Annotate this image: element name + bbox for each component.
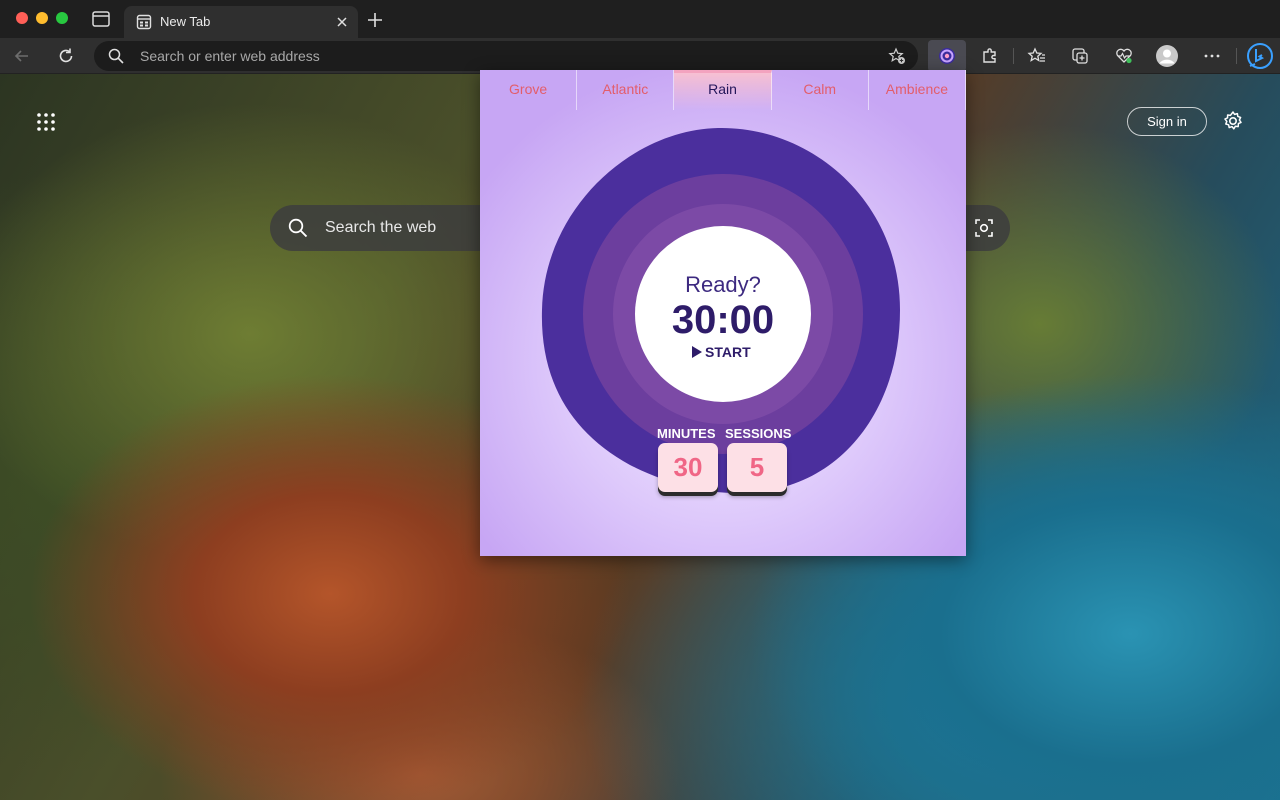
plus-icon[interactable] — [366, 11, 384, 29]
minutes-label: MINUTES — [657, 426, 716, 441]
browser-toolbar: Search or enter web address — [0, 38, 1280, 74]
tab-actions-icon[interactable] — [92, 11, 110, 27]
start-button[interactable]: START — [692, 344, 751, 360]
more-button[interactable] — [1200, 44, 1224, 68]
address-bar[interactable]: Search or enter web address — [94, 41, 918, 71]
settings-gear-icon[interactable] — [1222, 110, 1244, 132]
back-button[interactable] — [10, 44, 34, 68]
refresh-icon — [59, 48, 73, 63]
puzzle-icon — [983, 48, 996, 63]
focus-timer-popup: Grove Atlantic Rain Calm Ambience Ready?… — [480, 70, 966, 556]
toolbar-divider — [1236, 48, 1237, 64]
search-icon — [108, 48, 124, 64]
play-icon — [692, 346, 702, 358]
refresh-button[interactable] — [54, 44, 78, 68]
collections-icon — [1072, 48, 1088, 64]
extension-icon — [939, 48, 955, 64]
favorites-button[interactable] — [1025, 44, 1049, 68]
new-tab-favicon — [136, 14, 152, 30]
more-icon — [1204, 54, 1220, 58]
close-icon[interactable] — [334, 14, 350, 30]
minutes-stepper[interactable]: 30 — [658, 443, 718, 492]
address-placeholder: Search or enter web address — [140, 48, 320, 64]
timer-display: 30:00 — [671, 298, 775, 342]
bing-icon — [1247, 43, 1273, 69]
visual-search-icon[interactable] — [974, 218, 994, 238]
maximize-window-button[interactable] — [56, 12, 68, 24]
collections-button[interactable] — [1068, 44, 1092, 68]
favorites-icon — [1027, 47, 1045, 62]
sign-in-button[interactable]: Sign in — [1127, 107, 1207, 136]
toolbar-divider — [1013, 48, 1014, 64]
close-window-button[interactable] — [16, 12, 28, 24]
favorite-add-icon[interactable] — [888, 47, 906, 65]
search-icon — [288, 218, 308, 238]
browser-essentials-button[interactable] — [1112, 44, 1136, 68]
search-placeholder: Search the web — [325, 219, 437, 236]
back-arrow-icon — [14, 50, 28, 62]
health-icon — [1116, 48, 1132, 64]
focus-extension-button[interactable] — [928, 40, 966, 72]
tab-new-tab[interactable]: New Tab — [124, 6, 358, 38]
minimize-window-button[interactable] — [36, 12, 48, 24]
sessions-label: SESSIONS — [725, 426, 792, 441]
tab-title: New Tab — [160, 14, 211, 29]
timer-face[interactable]: Ready? 30:00 START — [635, 226, 811, 402]
profile-button[interactable] — [1155, 44, 1179, 68]
sessions-stepper[interactable]: 5 — [727, 443, 787, 492]
tab-bar: New Tab — [0, 0, 1280, 38]
profile-icon — [1156, 45, 1178, 67]
bing-chat-button[interactable] — [1245, 41, 1275, 71]
status-text: Ready? — [685, 272, 761, 297]
start-label: START — [705, 344, 751, 360]
extensions-button[interactable] — [978, 44, 1002, 68]
apps-grid-icon[interactable] — [36, 112, 56, 132]
